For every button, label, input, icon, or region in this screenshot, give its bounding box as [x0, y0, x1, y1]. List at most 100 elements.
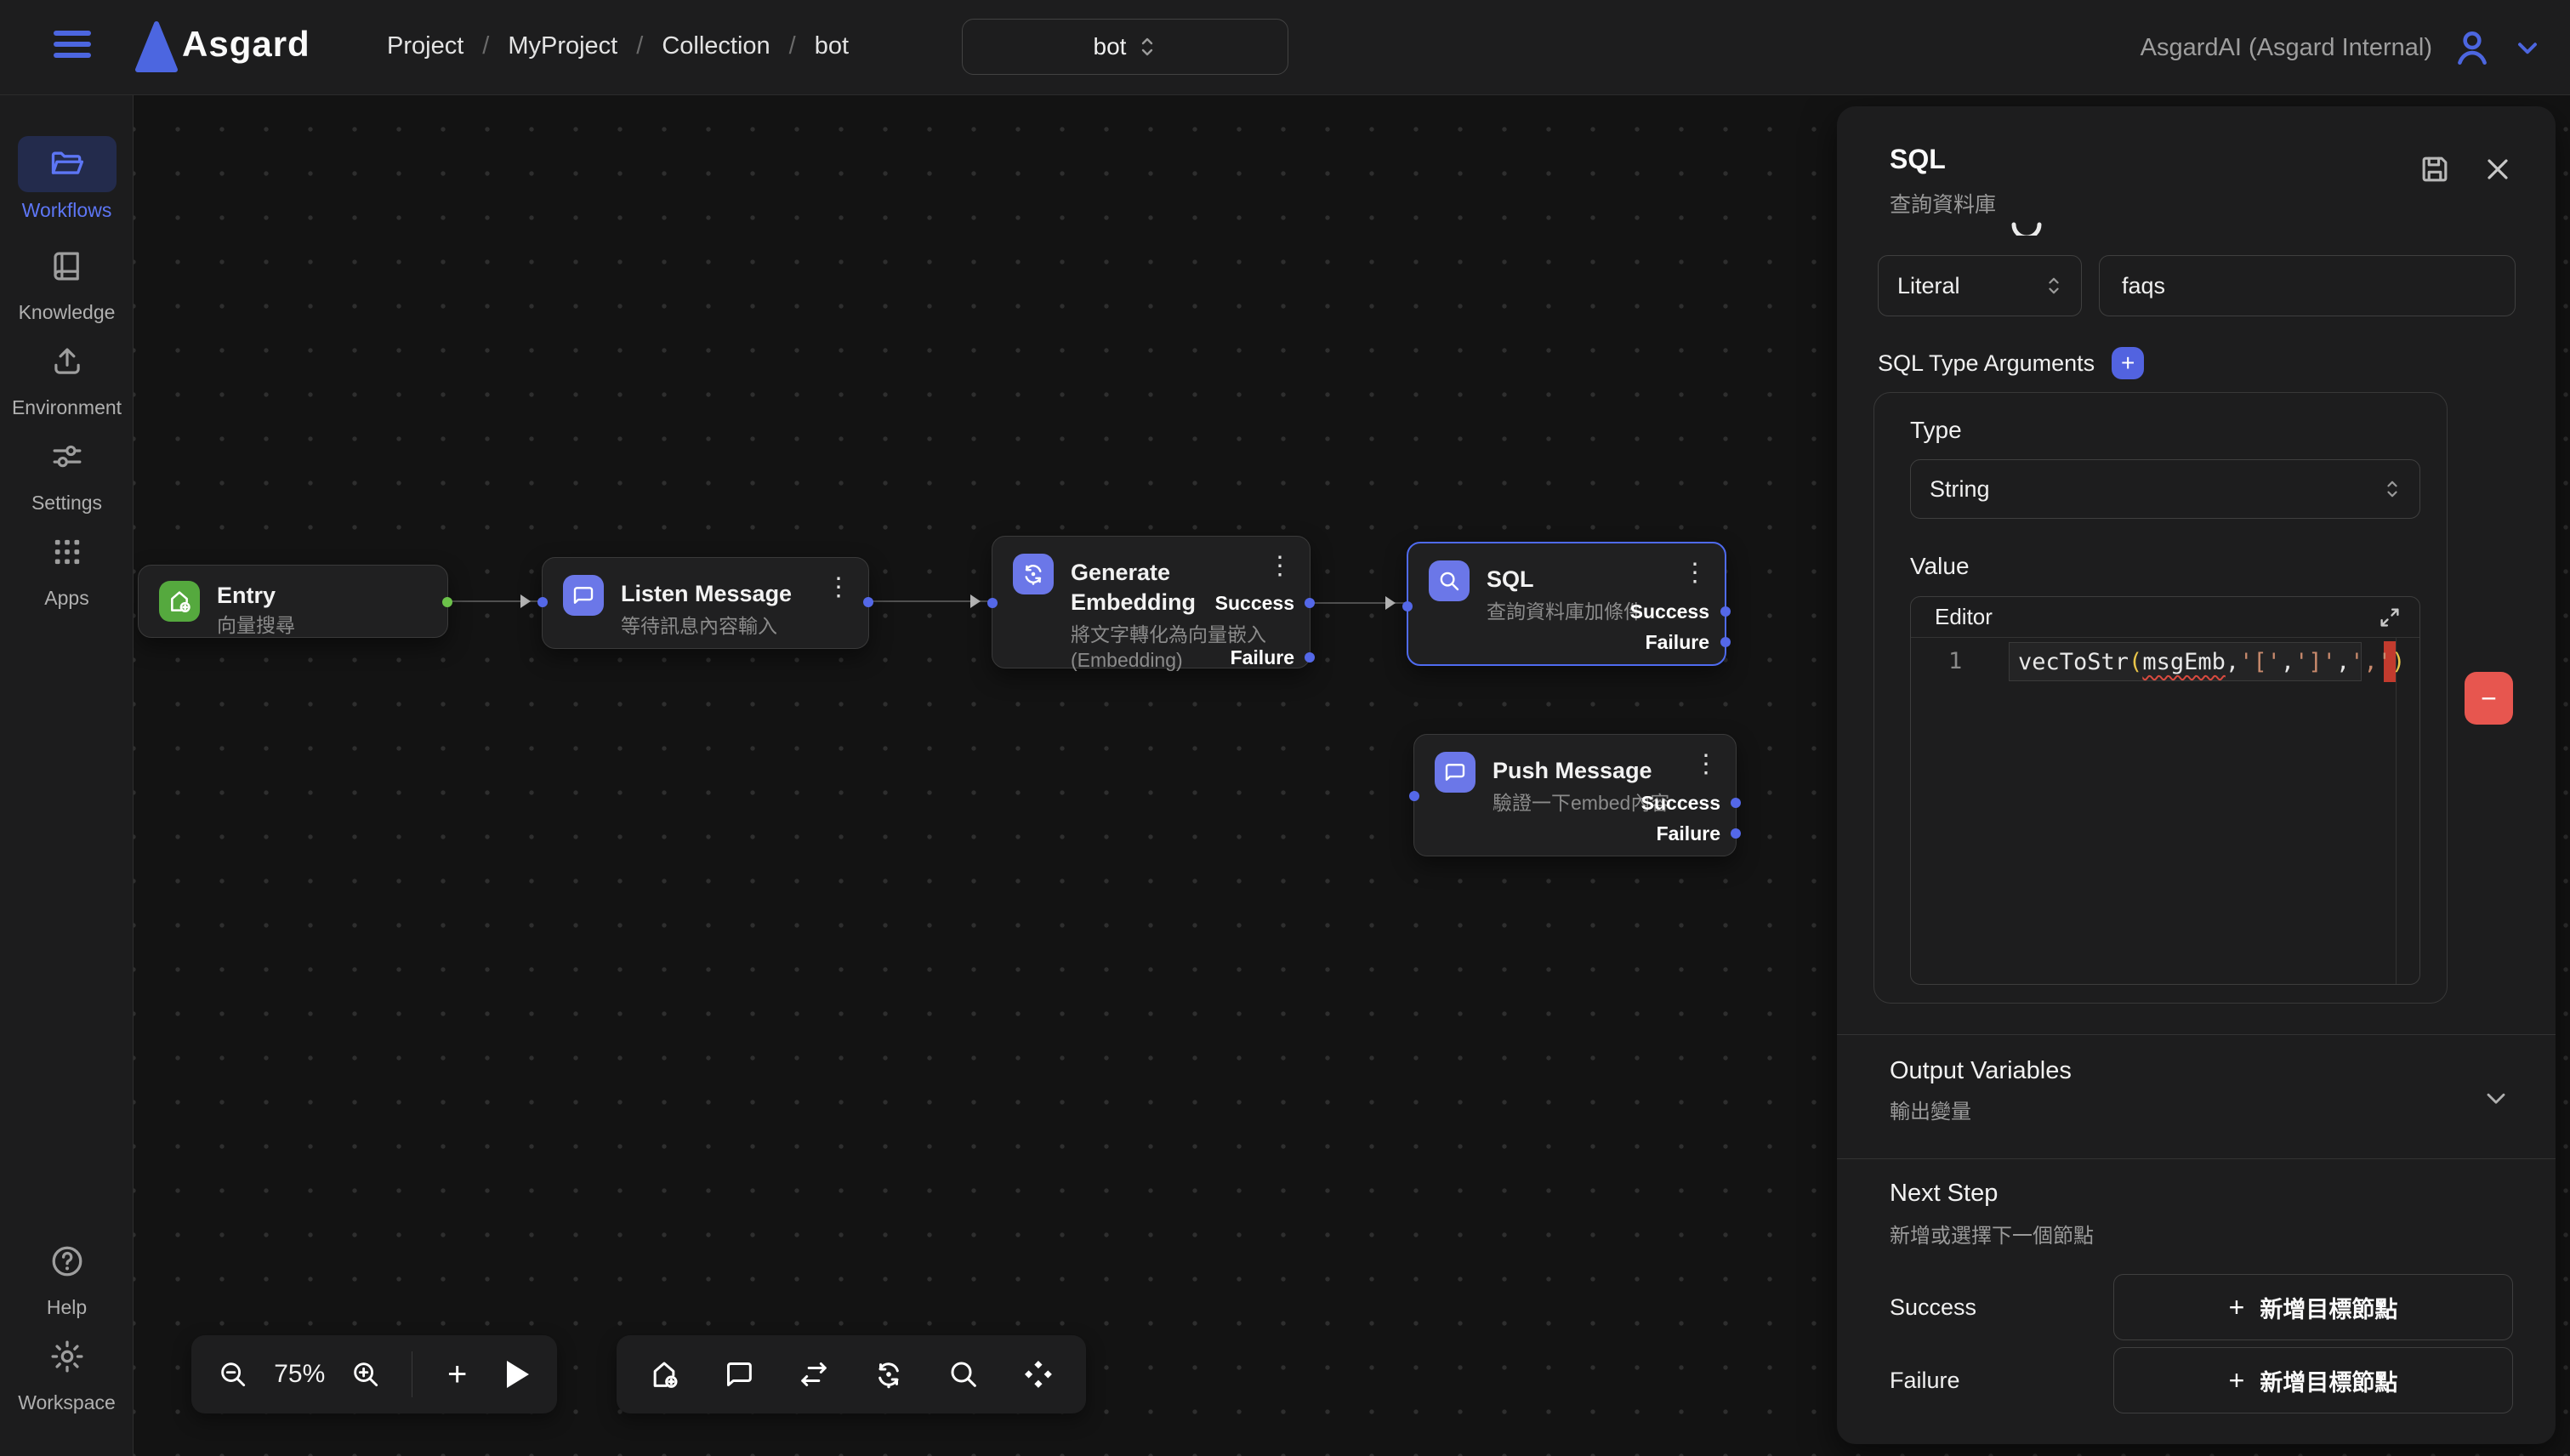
node-entry[interactable]: Entry 向量搜尋 [138, 565, 448, 638]
input-port[interactable] [1402, 601, 1413, 611]
embedding-node-icon[interactable] [867, 1352, 911, 1396]
upload-icon [49, 344, 85, 379]
menu-icon[interactable] [54, 31, 91, 65]
breadcrumb-myproject[interactable]: MyProject [508, 32, 617, 60]
editor-title: Editor [1935, 604, 1993, 630]
node-generate-embedding[interactable]: Generate Embedding 將文字轉化為向量嵌入 (Embedding… [992, 536, 1311, 668]
node-title: Generate Embedding [1071, 554, 1220, 617]
kebab-menu-icon[interactable]: ⋮ [1267, 554, 1293, 579]
remove-argument-button[interactable]: − [2465, 672, 2513, 725]
output-port-failure[interactable] [1305, 652, 1315, 663]
book-icon [49, 248, 85, 284]
breadcrumb: Project / MyProject / Collection / bot [387, 32, 849, 60]
argument-mode-select[interactable]: Literal [1878, 255, 2082, 316]
type-select[interactable]: String [1910, 459, 2420, 519]
select-chevrons-icon [2384, 477, 2401, 501]
add-target-node-failure-button[interactable]: + 新增目標節點 [2113, 1347, 2513, 1413]
zoom-out-icon[interactable] [212, 1352, 254, 1396]
sidebar-item-workflows[interactable]: Workflows [0, 136, 134, 222]
failure-label: Failure [1890, 1368, 2060, 1394]
gear-icon [48, 1338, 86, 1375]
input-port[interactable] [1409, 791, 1419, 801]
argument-value-input[interactable] [2099, 255, 2516, 316]
zoom-level: 75% [270, 1360, 329, 1389]
output-port-failure[interactable] [1720, 637, 1731, 647]
sidebar: Workflows Knowledge Environment Settings… [0, 95, 134, 1456]
next-step-subtitle: 新增或選擇下一個節點 [1890, 1219, 2094, 1248]
code-line[interactable]: vecToStr(msgEmb,'[',']',',') [2009, 642, 2362, 681]
panel-subtitle: 查詢資料庫 [1890, 188, 1996, 219]
node-subtitle: 查詢資料庫加條件 [1487, 599, 1643, 624]
close-icon[interactable] [2481, 152, 2515, 186]
add-node-button[interactable]: + [436, 1352, 479, 1396]
magnifier-icon [1429, 560, 1470, 601]
input-port[interactable] [987, 598, 998, 608]
port-label-failure: Failure [1231, 646, 1294, 669]
value-label: Value [1910, 553, 1970, 580]
success-label: Success [1890, 1294, 2060, 1321]
add-target-node-success-button[interactable]: + 新增目標節點 [2113, 1274, 2513, 1340]
zoom-in-icon[interactable] [344, 1352, 387, 1396]
sidebar-item-environment[interactable]: Environment [0, 333, 134, 419]
plus-icon: + [2229, 1294, 2245, 1321]
app-header: Asgard Project / MyProject / Collection … [0, 0, 2570, 95]
collapse-chevron-icon[interactable] [2481, 1083, 2511, 1113]
edge-arrowhead [1385, 596, 1396, 610]
module-node-icon[interactable] [1016, 1352, 1060, 1396]
sql-type-arguments-label: SQL Type Arguments [1878, 350, 2095, 377]
run-workflow-button[interactable] [494, 1352, 537, 1396]
input-port[interactable] [537, 597, 548, 607]
sidebar-item-help[interactable]: Help [0, 1233, 134, 1319]
section-divider [1837, 1034, 2556, 1035]
output-port-success[interactable] [1731, 798, 1741, 808]
logo-triangle-icon [134, 20, 179, 73]
chevron-down-icon[interactable] [2512, 32, 2543, 63]
output-variables-subtitle: 輸出變量 [1890, 1095, 1971, 1124]
node-listen-message[interactable]: Listen Message 等待訊息內容輸入 ⋮ [542, 557, 869, 649]
argument-card: Type String Value Editor 1 vecToStr(msgE… [1873, 392, 2448, 1004]
help-icon [48, 1243, 86, 1280]
node-title: Push Message [1493, 752, 1669, 786]
grid-icon [50, 535, 84, 569]
play-icon [507, 1361, 529, 1388]
save-icon[interactable] [2416, 151, 2453, 188]
breadcrumb-collection[interactable]: Collection [662, 32, 770, 60]
sql-node-icon[interactable] [941, 1352, 986, 1396]
output-port[interactable] [442, 597, 452, 607]
sliders-icon [49, 439, 85, 475]
chat-icon [563, 575, 604, 616]
node-subtitle: 向量搜尋 [217, 612, 295, 638]
add-argument-button[interactable]: + [2112, 347, 2144, 379]
sidebar-item-workspace[interactable]: Workspace [0, 1328, 134, 1414]
workflow-select[interactable]: bot [962, 19, 1288, 75]
breadcrumb-bot[interactable]: bot [815, 32, 849, 60]
output-port-success[interactable] [1305, 598, 1315, 608]
node-palette-toolbar [617, 1335, 1086, 1413]
edge-arrowhead [970, 594, 981, 608]
output-port[interactable] [863, 597, 873, 607]
sidebar-item-apps[interactable]: Apps [0, 524, 134, 610]
port-label-success: Success [1641, 792, 1720, 815]
folder-icon [48, 145, 86, 183]
output-port-success[interactable] [1720, 606, 1731, 617]
entry-node-icon[interactable] [642, 1352, 686, 1396]
kebab-menu-icon[interactable]: ⋮ [826, 575, 851, 600]
kebab-menu-icon[interactable]: ⋮ [1693, 752, 1719, 777]
swap-node-icon[interactable] [792, 1352, 836, 1396]
select-chevrons-icon [1138, 34, 1157, 60]
breadcrumb-project[interactable]: Project [387, 32, 463, 60]
sidebar-item-settings[interactable]: Settings [0, 429, 134, 515]
code-editor[interactable]: Editor 1 vecToStr(msgEmb,'[',']',',') [1910, 596, 2420, 985]
expand-icon[interactable] [2377, 605, 2402, 630]
node-push-message[interactable]: Push Message 驗證一下embed內容 ⋮ Success Failu… [1413, 734, 1737, 856]
home-plus-icon [159, 581, 200, 622]
user-icon[interactable] [2451, 26, 2493, 69]
kebab-menu-icon[interactable]: ⋮ [1682, 560, 1708, 586]
account-label: AsgardAI (Asgard Internal) [2141, 34, 2432, 62]
sidebar-item-knowledge[interactable]: Knowledge [0, 238, 134, 324]
output-port-failure[interactable] [1731, 828, 1741, 839]
section-divider [1837, 1158, 2556, 1159]
port-label-failure: Failure [1657, 822, 1720, 845]
node-sql[interactable]: SQL 查詢資料庫加條件 ⋮ Success Failure [1407, 542, 1726, 666]
message-node-icon[interactable] [717, 1352, 761, 1396]
